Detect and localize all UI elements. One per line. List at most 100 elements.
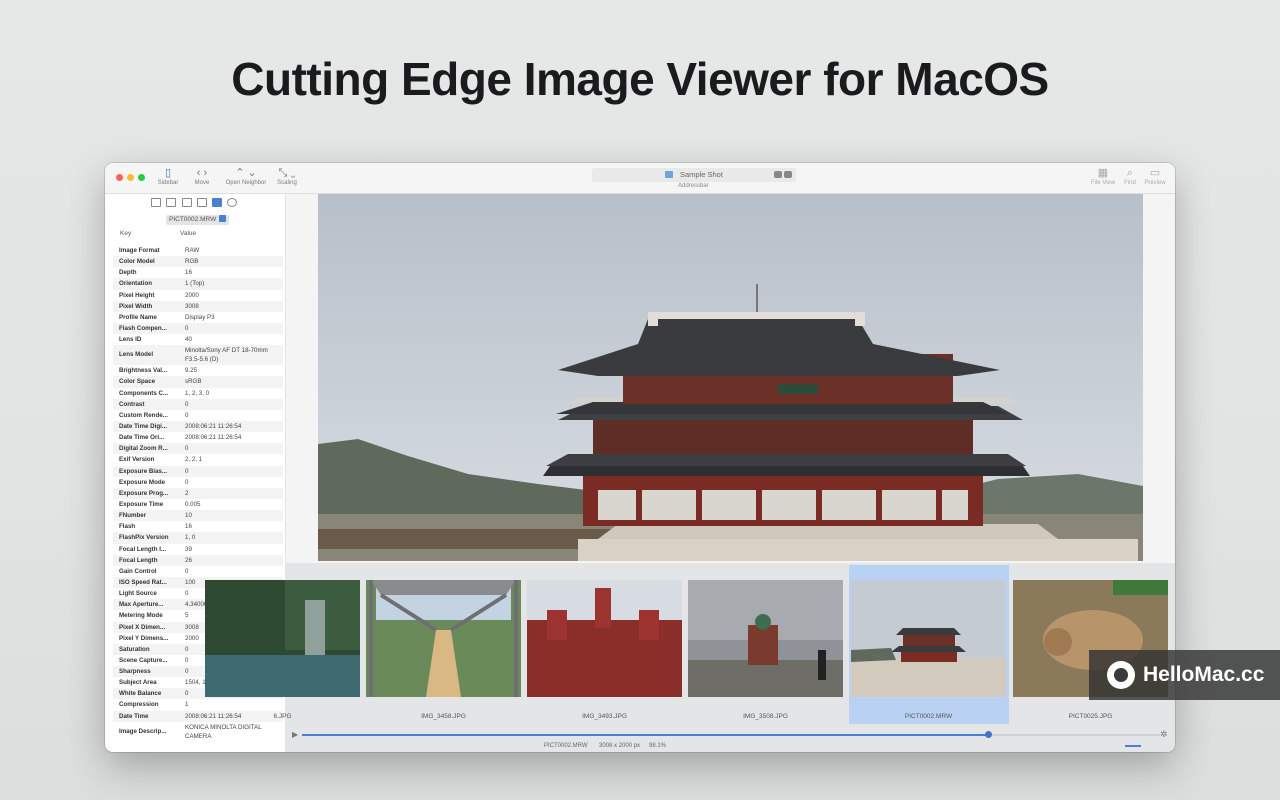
metadata-value: 0.005: [185, 500, 201, 508]
metadata-key: FNumber: [119, 512, 147, 520]
metadata-value: 2: [185, 489, 189, 497]
filename-popup[interactable]: PICT0002.MRW: [166, 215, 230, 225]
metadata-key: Color Space: [119, 378, 156, 386]
document-tab-icon[interactable]: [182, 198, 192, 207]
file-view-button[interactable]: ▦ File View: [1088, 167, 1118, 186]
metadata-row[interactable]: Date Time Digi... 2008:06:21 11:26:54: [113, 420, 283, 433]
folder-tab-icon[interactable]: [151, 198, 161, 207]
value-column-header[interactable]: Value: [180, 230, 196, 237]
metadata-key: Date Time Ori...: [119, 434, 165, 442]
metadata-row[interactable]: Orientation 1 (Top): [113, 278, 283, 290]
metadata-key: Image Format: [119, 247, 160, 254]
metadata-row[interactable]: Flash 16: [113, 521, 283, 532]
metadata-row[interactable]: FNumber 10: [113, 510, 283, 522]
metadata-value: RGB: [185, 258, 199, 266]
metadata-row[interactable]: FlashPix Version 1, 0: [113, 532, 283, 544]
slider-knob[interactable]: [985, 731, 993, 738]
metadata-value: 2000: [185, 291, 199, 299]
metadata-key: Digital Zoom R...: [119, 445, 168, 453]
metadata-row[interactable]: Lens ID 40: [113, 334, 283, 345]
thumb-waterfall[interactable]: [205, 580, 360, 697]
metadata-row[interactable]: Compression 1: [113, 699, 283, 710]
metadata-value: 0: [185, 478, 189, 486]
metadata-row[interactable]: Focal Length 26: [113, 554, 283, 566]
metadata-row[interactable]: Digital Zoom R... 0: [113, 443, 283, 455]
metadata-row[interactable]: Pixel Width 3008: [113, 300, 283, 312]
settings-icon[interactable]: ✲: [1160, 729, 1168, 740]
metadata-key: White Balance: [119, 690, 162, 698]
sidebar-toggle-button[interactable]: ▯ Sidebar: [155, 167, 181, 186]
address-bar[interactable]: Sample Shot: [592, 168, 796, 182]
metadata-row[interactable]: Pixel Height 2000: [113, 290, 283, 301]
metadata-key: Profile Name: [119, 313, 157, 321]
metadata-row[interactable]: Lens Model Minolta/Sony AF DT 18-70mm F3.…: [113, 345, 283, 366]
close-button[interactable]: [116, 174, 123, 181]
metadata-key: Sharpness: [119, 668, 151, 676]
info-tab-icon[interactable]: [212, 198, 222, 207]
open-neighbor-button[interactable]: ⌃ ⌄ Open Neighbor: [222, 167, 270, 186]
thumb-palace[interactable]: [851, 580, 1006, 697]
image-viewer[interactable]: [286, 194, 1175, 563]
metadata-key: Compression: [119, 701, 159, 709]
metadata-row[interactable]: Flash Compen... 0: [113, 322, 283, 335]
preview-button[interactable]: ▭ Preview: [1142, 167, 1168, 186]
metadata-value: 0: [185, 445, 189, 453]
find-button[interactable]: ⌕ Find: [1121, 167, 1139, 186]
metadata-value: 39: [185, 545, 192, 553]
thumb-bridge[interactable]: [366, 580, 521, 697]
metadata-key: Subject Area: [119, 679, 157, 687]
address-value: Sample Shot: [680, 170, 723, 179]
metadata-value: RAW: [185, 247, 200, 254]
move-button[interactable]: ‹ › Move: [189, 167, 215, 186]
metadata-key: Lens ID: [119, 336, 142, 344]
minimize-button[interactable]: [127, 174, 134, 181]
play-icon[interactable]: ▶: [292, 730, 298, 739]
metadata-row[interactable]: Image Format RAW: [113, 245, 283, 256]
clock-tab-icon[interactable]: [227, 198, 237, 207]
metadata-row[interactable]: Color Space sRGB: [113, 376, 283, 388]
metadata-key: Focal Length I...: [119, 545, 167, 553]
metadata-value: Minolta/Sony AF DT 18-70mm F3.5-5.6 (D): [185, 347, 268, 364]
app-window: ▯ Sidebar ‹ › Move ⌃ ⌄ Open Neighbor ⤡ ⌄…: [105, 163, 1175, 752]
metadata-row[interactable]: Focal Length I... 39: [113, 544, 283, 555]
metadata-value: 0: [185, 467, 189, 475]
metadata-row[interactable]: Exposure Time 0.005: [113, 499, 283, 510]
address-button-left[interactable]: [774, 171, 782, 178]
adjust-tab-icon[interactable]: [197, 198, 207, 207]
thumb-square[interactable]: [688, 580, 843, 697]
metadata-row[interactable]: Profile Name Display P3: [113, 312, 283, 323]
metadata-row[interactable]: Exposure Bias... 0: [113, 465, 283, 477]
address-button-right[interactable]: [784, 171, 792, 178]
metadata-key: Exif Version: [119, 456, 155, 464]
status-zoom: 98.1%: [649, 743, 667, 749]
metadata-row[interactable]: Custom Rende... 0: [113, 410, 283, 421]
metadata-key: Gain Control: [119, 567, 157, 575]
image-tab-icon[interactable]: [166, 198, 176, 207]
metadata-value: Display P3: [185, 313, 215, 321]
metadata-row[interactable]: Brightness Val... 9.25: [113, 365, 283, 376]
metadata-row[interactable]: Exif Version 2, 2, 1: [113, 454, 283, 465]
watermark-text: HelloMac.cc: [1143, 663, 1265, 686]
zoom-indicator[interactable]: [1125, 745, 1141, 747]
thumbnail-slider[interactable]: [302, 731, 1160, 738]
metadata-row[interactable]: Exposure Prog... 2: [113, 487, 283, 499]
metadata-row[interactable]: Gain Control 0: [113, 566, 283, 577]
metadata-row[interactable]: Components C... 1, 2, 3, 0: [113, 388, 283, 399]
scaling-button[interactable]: ⤡ ⌄ Scaling: [273, 167, 301, 186]
metadata-value: 0: [185, 400, 189, 408]
metadata-row[interactable]: Exposure Mode 0: [113, 477, 283, 488]
metadata-row[interactable]: Contrast 0: [113, 398, 283, 410]
toolbar: ▯ Sidebar ‹ › Move ⌃ ⌄ Open Neighbor ⤡ ⌄…: [105, 163, 1175, 194]
metadata-value: 40: [185, 336, 192, 344]
thumbnail-strip: 6.JPG IMG_3458.JPG IMG_3493.JPG IMG_3508…: [205, 563, 1175, 752]
watermark: HelloMac.cc: [1089, 650, 1280, 700]
metadata-row[interactable]: Color Model RGB: [113, 256, 283, 268]
metadata-value: 1 (Top): [185, 280, 205, 288]
metadata-row[interactable]: Image Descrip... KONICA MINOLTA DIGITAL C…: [113, 722, 283, 742]
metadata-value: 16: [185, 269, 192, 277]
zoom-button[interactable]: [138, 174, 145, 181]
metadata-row[interactable]: Depth 16: [113, 267, 283, 278]
thumb-red-building[interactable]: [527, 580, 682, 697]
key-column-header[interactable]: Key: [120, 230, 131, 237]
metadata-row[interactable]: Date Time Ori... 2008:06:21 11:26:54: [113, 432, 283, 443]
